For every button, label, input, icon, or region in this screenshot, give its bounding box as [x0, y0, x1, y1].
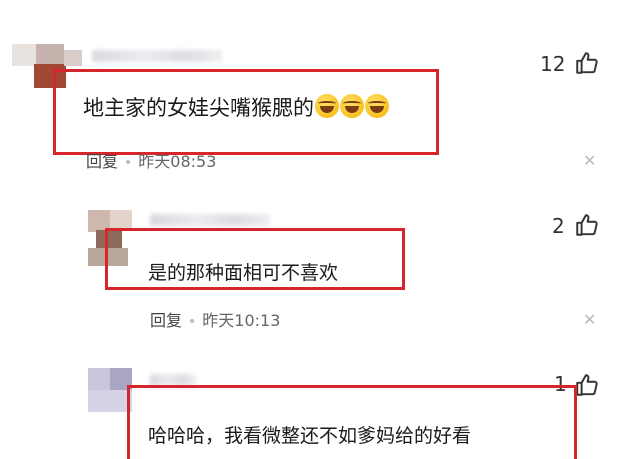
comment-text: 地主家的女娃尖嘴猴腮的 [83, 92, 389, 122]
close-icon[interactable]: ✕ [583, 310, 596, 329]
comment-text: 哈哈哈，我看微整还不如爹妈给的好看 [148, 425, 472, 447]
comment-meta: 回复 • 昨天10:13 [150, 307, 280, 331]
laughing-crying-emoji-icon [365, 94, 389, 118]
thumbs-up-icon[interactable] [574, 212, 600, 238]
thumbs-up-icon[interactable] [574, 50, 600, 76]
thumbs-up-icon[interactable] [574, 372, 600, 398]
like-count: 2 [552, 214, 565, 238]
comment-text: 是的那种面相可不喜欢 [148, 262, 339, 284]
separator-dot: • [188, 314, 197, 330]
username-blurred[interactable] [150, 214, 270, 226]
separator-dot: • [124, 155, 133, 171]
timestamp: 昨天10:13 [202, 311, 281, 330]
like-count: 12 [540, 52, 566, 76]
laughing-crying-emoji-icon [340, 94, 364, 118]
reply-button[interactable]: 回复 [150, 311, 182, 330]
reply-button[interactable]: 回复 [86, 152, 118, 171]
username-blurred[interactable] [92, 50, 222, 62]
timestamp: 昨天08:53 [138, 152, 217, 171]
comment-meta: 回复 • 昨天08:53 [86, 148, 216, 172]
avatar[interactable] [88, 368, 132, 412]
laughing-crying-emoji-icon [315, 94, 339, 118]
close-icon[interactable]: ✕ [583, 151, 596, 170]
